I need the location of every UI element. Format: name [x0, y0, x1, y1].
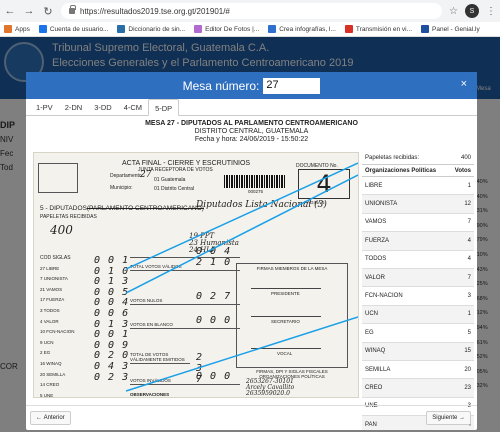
results-row: UCN 1 — [362, 305, 474, 325]
results-row: VAMOS 7 — [362, 214, 474, 233]
bookmarks-bar: Apps Cuenta de usuario... Diccionario de s… — [0, 22, 500, 37]
arrow-right-icon: → — [457, 415, 465, 421]
results-row: WINAQ 15 — [362, 342, 474, 361]
results-votes: 5 — [467, 329, 471, 336]
bookmark-item[interactable]: Apps — [4, 25, 30, 33]
results-table: Papeletas recibidas: 400 Organizaciones P… — [362, 152, 474, 430]
results-org: VAMOS — [365, 219, 387, 226]
bookmark-item[interactable]: Cuenta de usuario... — [38, 25, 109, 33]
results-votes: 1 — [467, 182, 471, 189]
bookmark-item[interactable]: Editor De Fotos |... — [194, 25, 259, 33]
results-votes: 7 — [467, 219, 471, 226]
tab-2-dn[interactable]: 2-DN — [59, 99, 89, 115]
results-row: CREO 23 — [362, 379, 474, 398]
lock-icon — [69, 5, 76, 14]
results-org: TODOS — [365, 256, 387, 263]
mesa-modal: Mesa número: 27 × 1-PV 2-DN 3-DD 4-CM 5-DP M… — [26, 72, 477, 430]
results-row: UNIONISTA 12 — [362, 195, 474, 214]
doc-datetime: Fecha y hora: 24/06/2019 - 15:50:22 — [194, 136, 309, 143]
bookmark-label: Editor De Fotos |... — [205, 25, 260, 33]
url-text: https://resultados2019.tse.org.gt/201901… — [80, 6, 230, 16]
bookmark-icon — [194, 25, 203, 33]
bookmark-star-icon[interactable]: ☆ — [449, 6, 458, 17]
bookmark-label: Crea infografías, l... — [279, 25, 336, 33]
document-heading: MESA 27 - DIPUTADOS AL PARLAMENTO CENTRO… — [26, 120, 477, 143]
bookmark-icon — [344, 25, 353, 33]
results-row: TODOS 4 — [362, 251, 474, 269]
results-row: LIBRE 1 — [362, 177, 474, 196]
modal-header: Mesa número: 27 × — [26, 72, 477, 99]
results-votes: 23 — [464, 384, 471, 391]
tab-3-dd[interactable]: 3-DD — [88, 99, 118, 115]
bookmark-icon — [4, 25, 12, 33]
results-org: UCN — [365, 311, 378, 318]
results-org: SEMILLA — [365, 366, 391, 373]
forward-arrow-icon[interactable]: → — [23, 5, 35, 17]
bookmark-item[interactable]: Transmisión en vi... — [344, 25, 413, 33]
results-row: EG 5 — [362, 324, 474, 343]
results-votes: 12 — [464, 201, 471, 208]
results-votes: 15 — [464, 348, 471, 355]
browser-toolbar: ← → ↻ https://resultados2019.tse.org.gt/… — [0, 0, 500, 22]
bookmark-icon — [38, 25, 47, 33]
tab-1-pv[interactable]: 1-PV — [30, 99, 59, 115]
browser-menu-icon[interactable]: ⋮ — [486, 6, 496, 17]
results-row: FCN-NACION 3 — [362, 287, 474, 306]
bookmark-icon — [117, 25, 126, 33]
modal-footer: ← Anterior Siguiente → — [26, 405, 477, 430]
papeletas-row: Papeletas recibidas: 400 — [362, 152, 474, 165]
previous-button[interactable]: ← Anterior — [30, 411, 71, 425]
next-button[interactable]: Siguiente → — [426, 411, 471, 425]
close-icon[interactable]: × — [461, 78, 467, 90]
annotation-arrow — [125, 162, 358, 270]
bookmark-item[interactable]: Diccionario de sin... — [117, 25, 185, 33]
results-votes: 7 — [467, 274, 471, 281]
reload-icon[interactable]: ↻ — [42, 5, 54, 18]
results-row: FUERZA 4 — [362, 232, 474, 251]
bookmark-label: Diccionario de sin... — [128, 25, 186, 33]
results-org: FCN-NACION — [365, 293, 403, 300]
bookmark-icon — [268, 25, 277, 33]
results-org: WINAQ — [365, 348, 386, 355]
mesa-number-input[interactable]: 27 — [263, 77, 321, 94]
annotation-arrow — [125, 316, 358, 392]
doc-title: MESA 27 - DIPUTADOS AL PARLAMENTO CENTRO… — [145, 120, 358, 127]
annotation-arrow — [125, 174, 358, 294]
tab-4-cm[interactable]: 4-CM — [118, 99, 148, 115]
results-org: CREO — [365, 384, 383, 391]
results-org: VALOR — [365, 274, 385, 281]
profile-avatar[interactable]: S — [465, 4, 479, 18]
annotation-arrows — [125, 162, 358, 392]
acta-scan-image: ACTA FINAL - CIERRE Y ESCRUTINIOS JUNTA … — [33, 152, 359, 398]
bookmark-icon — [421, 25, 430, 33]
bookmark-label: Cuenta de usuario... — [49, 25, 109, 33]
bookmark-item[interactable]: Panel - Genial.ly — [421, 25, 480, 33]
bookmark-item[interactable]: Crea infografías, l... — [268, 25, 336, 33]
results-org: UNIONISTA — [365, 201, 398, 208]
results-votes: 4 — [467, 256, 471, 263]
results-row: SEMILLA 20 — [362, 361, 474, 380]
doc-location: DISTRITO CENTRAL, GUATEMALA — [194, 128, 309, 135]
back-arrow-icon[interactable]: ← — [4, 5, 16, 17]
results-row: VALOR 7 — [362, 268, 474, 288]
results-org: LIBRE — [365, 182, 383, 189]
bookmark-label: Transmisión en vi... — [355, 25, 413, 33]
address-bar[interactable]: https://resultados2019.tse.org.gt/201901… — [61, 3, 443, 19]
results-votes: 1 — [467, 311, 471, 318]
bookmark-label: Panel - Genial.ly — [432, 25, 480, 33]
results-org: EG — [365, 329, 374, 336]
results-header: Organizaciones Políticas Votos — [362, 165, 474, 177]
results-votes: 20 — [464, 366, 471, 373]
results-votes: 4 — [467, 237, 471, 244]
arrow-left-icon: ← — [36, 415, 44, 421]
results-votes: 3 — [467, 293, 471, 300]
tab-5-dp[interactable]: 5-DP — [148, 99, 180, 116]
modal-tabs: 1-PV 2-DN 3-DD 4-CM 5-DP — [26, 99, 477, 116]
results-org: FUERZA — [365, 237, 389, 244]
modal-title: Mesa número: — [182, 78, 260, 93]
bookmark-label: Apps — [15, 25, 30, 33]
